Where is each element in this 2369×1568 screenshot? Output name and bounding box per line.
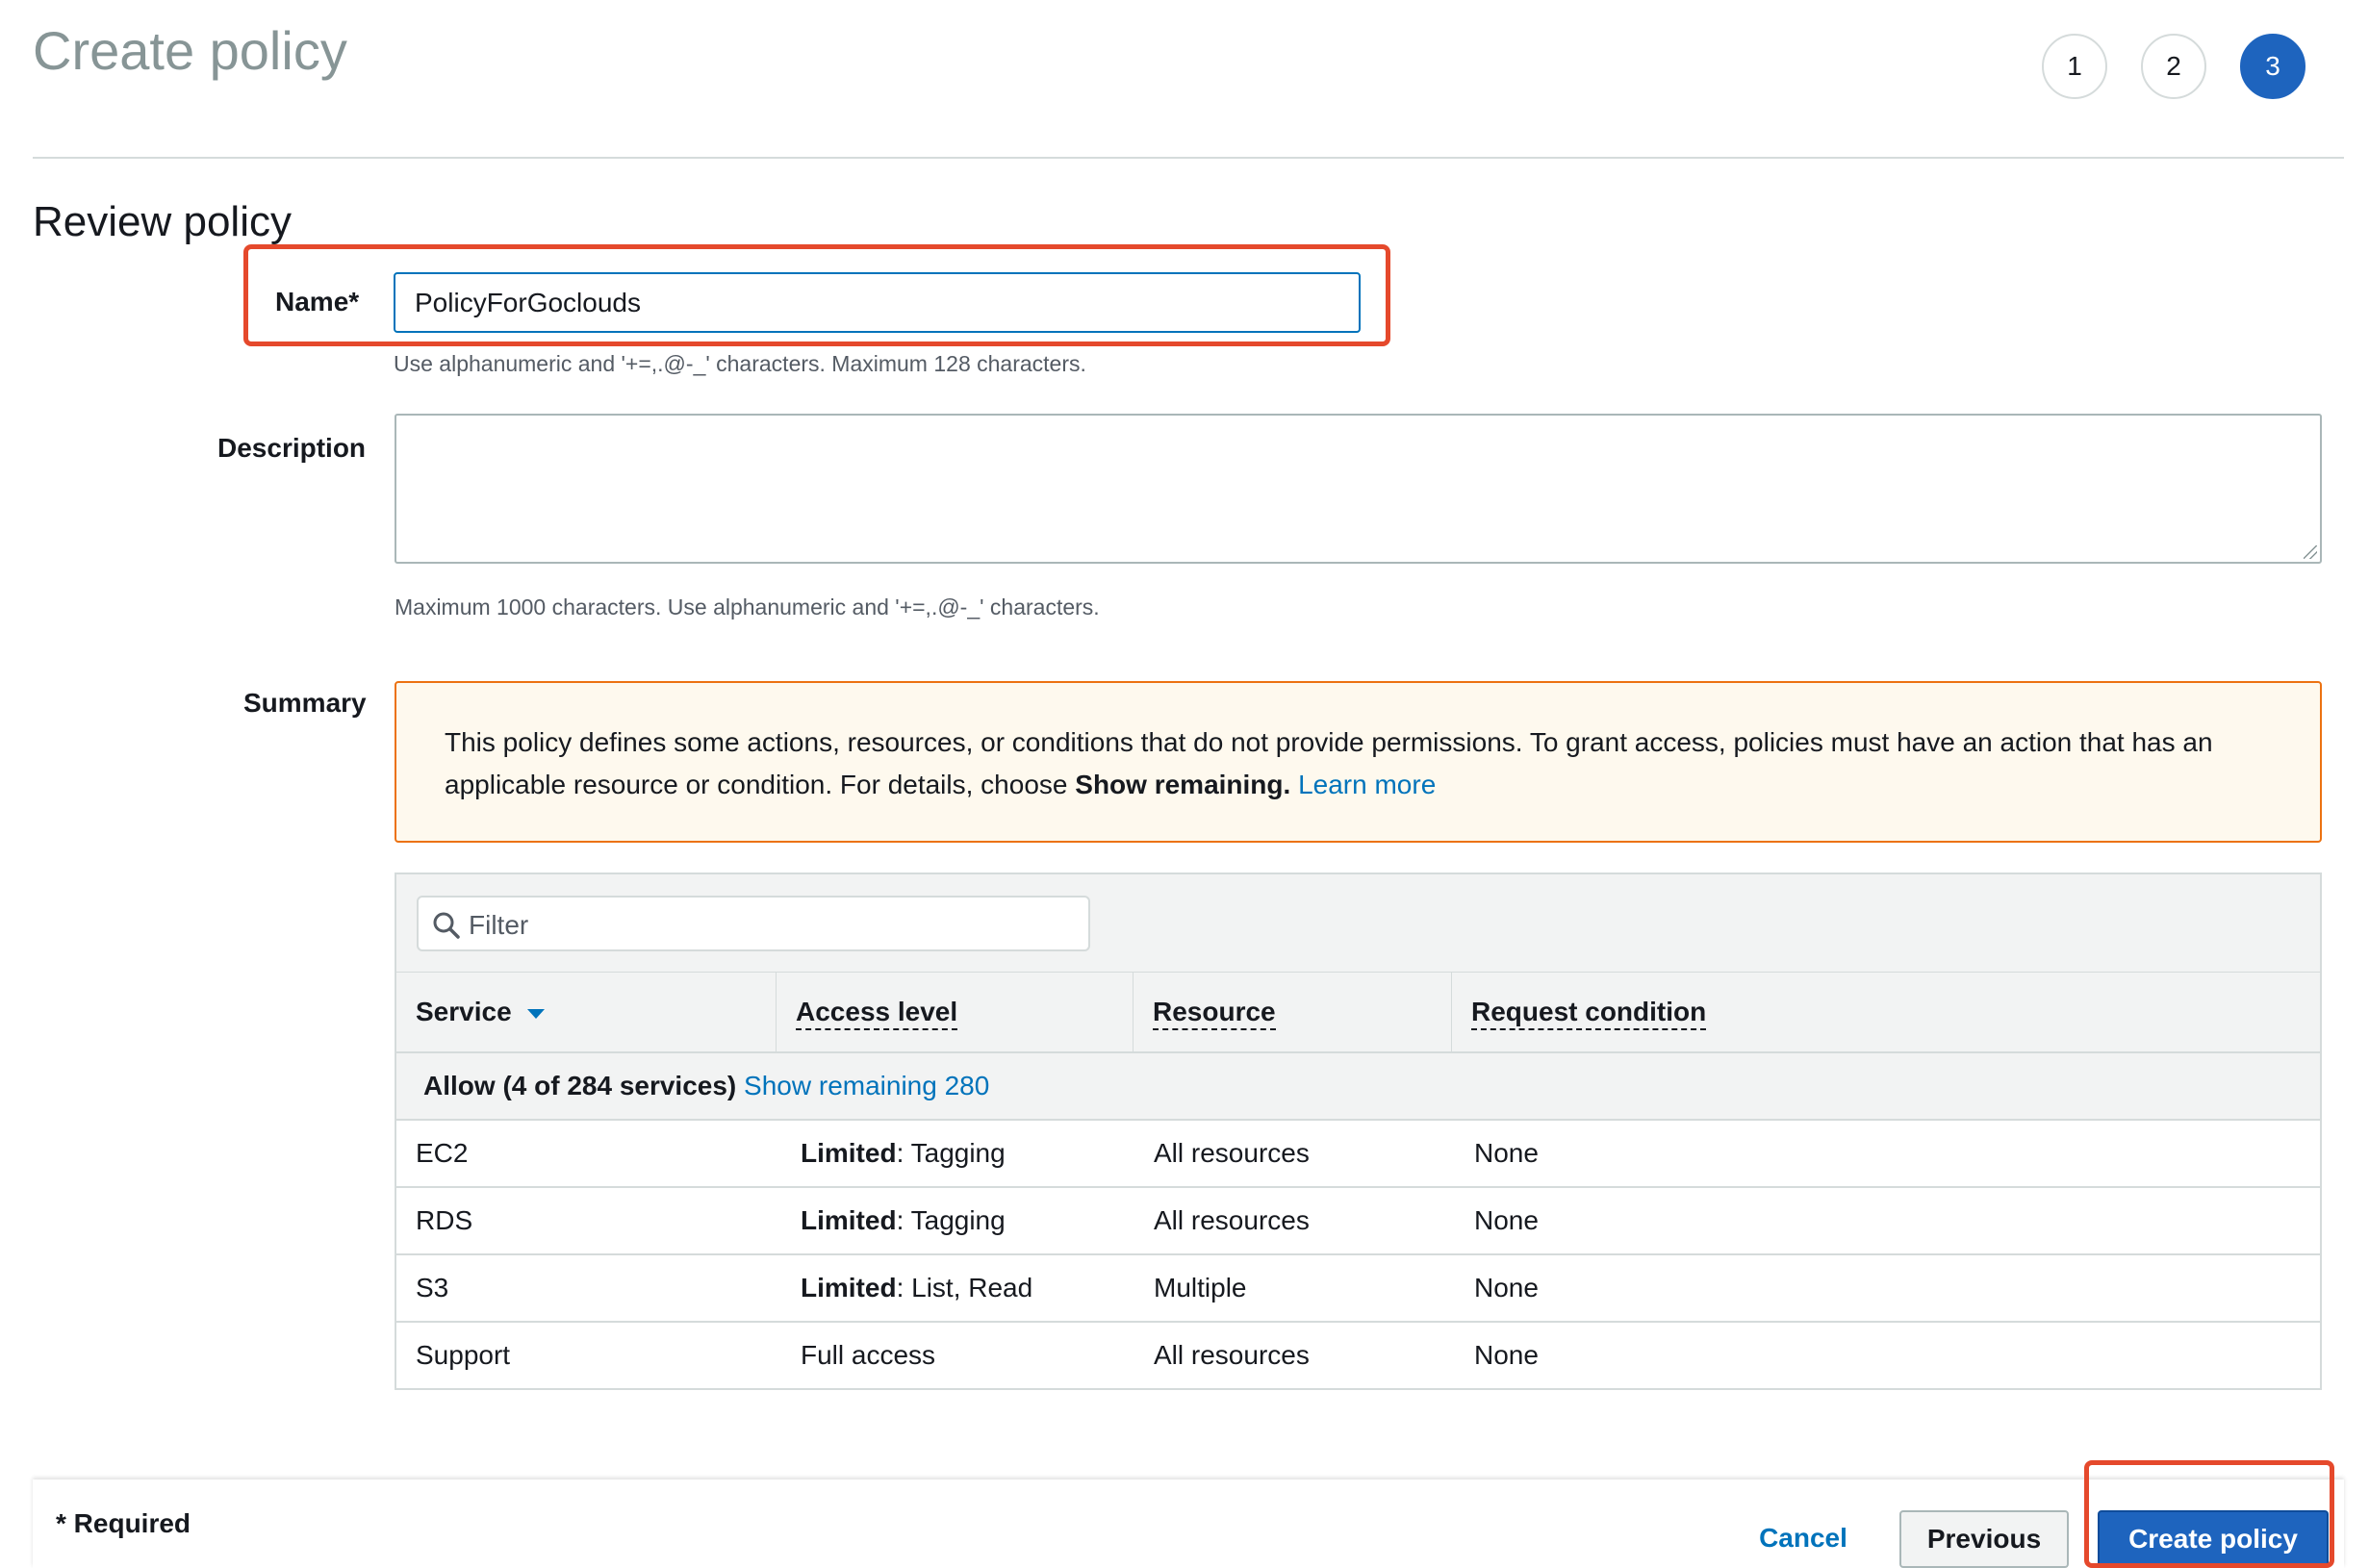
search-icon [433,912,460,939]
footer-bar: * Required Cancel Previous Create policy [33,1479,2344,1568]
column-request-condition[interactable]: Request condition [1451,973,2320,1051]
description-hint: Maximum 1000 characters. Use alphanumeri… [395,594,1100,620]
access-level-cell: Limited: Tagging [801,1188,1006,1253]
column-request-condition-label: Request condition [1471,997,1707,1030]
learn-more-link[interactable]: Learn more [1298,770,1436,799]
condition-cell: None [1474,1340,1539,1370]
column-service-label: Service [416,997,512,1026]
filter-input[interactable] [467,905,1067,946]
access-level-cell: Limited: List, Read [801,1255,1032,1321]
service-link[interactable]: EC2 [416,1121,468,1186]
table-row: Support Full access All resources None [396,1323,2320,1390]
access-level-cell: Full access [801,1323,935,1388]
name-highlight-box [243,244,1390,346]
resource-cell: All resources [1154,1340,1310,1370]
resource-cell: All resources [1154,1138,1310,1168]
table-header: Service Access level Resource Request co… [396,973,2320,1053]
service-link[interactable]: S3 [416,1255,448,1321]
access-level-bold: Limited [801,1138,897,1168]
resource-cell: Multiple [1154,1273,1247,1302]
access-level-text: : List, Read [896,1273,1033,1302]
show-remaining-link[interactable]: Show remaining 280 [744,1071,989,1100]
resource-cell: All resources [1154,1205,1310,1235]
condition-cell: None [1474,1138,1539,1168]
access-level-cell: Limited: Tagging [801,1121,1006,1186]
table-row: S3 Limited: List, Read Multiple None [396,1255,2320,1323]
step-1[interactable]: 1 [2042,34,2107,99]
warning-bold-text: Show remaining. [1075,770,1291,799]
allow-group-row: Allow (4 of 284 services) Show remaining… [396,1053,2320,1121]
review-policy-heading: Review policy [33,198,292,245]
filter-box[interactable] [417,896,1090,951]
column-service[interactable]: Service [396,973,776,1051]
column-resource-label: Resource [1153,997,1276,1030]
summary-label: Summary [243,688,367,718]
access-level-text: : Tagging [896,1205,1006,1235]
condition-cell: None [1474,1205,1539,1235]
service-link[interactable]: Support [416,1323,510,1388]
warning-alert: This policy defines some actions, resour… [395,681,2322,843]
page-title: Create policy [33,20,347,81]
policy-summary-table: Service Access level Resource Request co… [395,873,2322,1390]
column-access-level-label: Access level [796,997,958,1030]
filter-bar [396,874,2320,973]
access-level-text: Full access [801,1340,936,1370]
description-label: Description [217,433,367,463]
description-field[interactable] [395,414,2322,564]
access-level-bold: Limited [801,1273,897,1302]
name-hint: Use alphanumeric and '+=,.@-_' character… [394,351,1086,376]
access-level-bold: Limited [801,1205,897,1235]
previous-button[interactable]: Previous [1899,1510,2069,1568]
create-button-highlight-box [2084,1460,2334,1568]
table-row: RDS Limited: Tagging All resources None [396,1188,2320,1255]
step-2[interactable]: 2 [2141,34,2206,99]
sort-caret-icon[interactable] [526,1008,545,1019]
access-level-text: : Tagging [896,1138,1006,1168]
column-resource[interactable]: Resource [1133,973,1451,1051]
condition-cell: None [1474,1273,1539,1302]
service-link[interactable]: RDS [416,1188,472,1253]
resize-handle-icon[interactable] [2304,545,2317,559]
step-3[interactable]: 3 [2240,34,2305,99]
cancel-button[interactable]: Cancel [1745,1514,1861,1562]
table-row: EC2 Limited: Tagging All resources None [396,1121,2320,1188]
allow-group-label: Allow (4 of 284 services) [423,1071,737,1100]
divider [33,157,2344,159]
column-access-level[interactable]: Access level [776,973,1133,1051]
required-note: * Required [56,1508,191,1538]
